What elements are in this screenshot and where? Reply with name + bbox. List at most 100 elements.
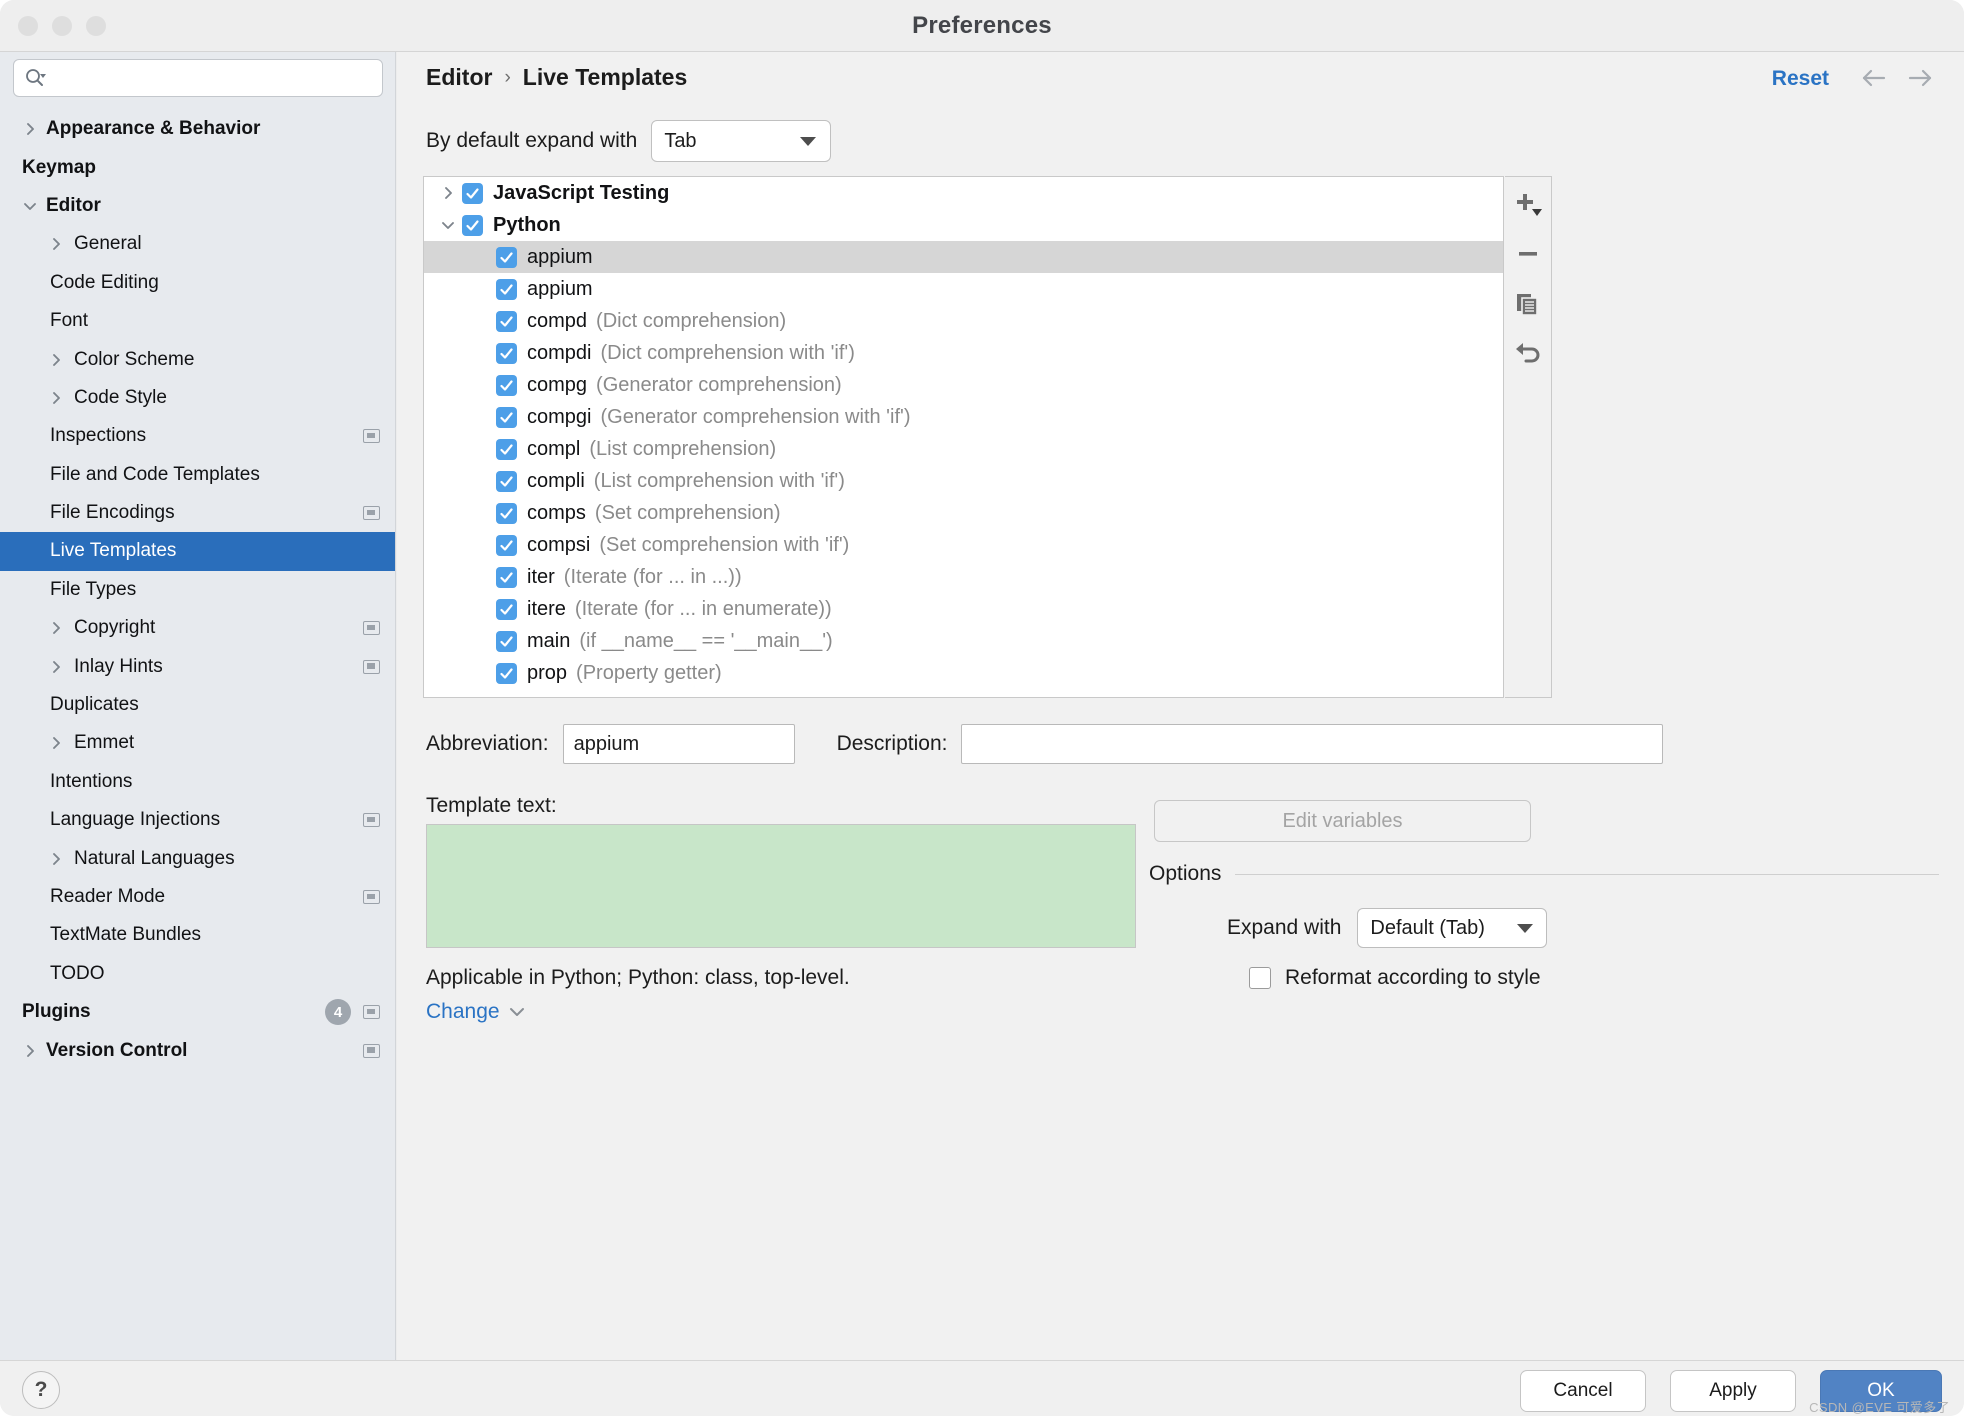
chevron-right-icon[interactable] — [22, 1043, 38, 1059]
template-group-row[interactable]: JavaScript Testing — [424, 177, 1503, 209]
template-enabled-checkbox[interactable] — [496, 438, 517, 460]
chevron-right-icon[interactable] — [22, 121, 38, 137]
template-enabled-checkbox[interactable] — [462, 182, 483, 204]
sidebar-item-file-types[interactable]: File Types — [0, 571, 395, 609]
template-enabled-checkbox[interactable] — [496, 374, 517, 396]
expand-with-row: Expand with Default (Tab) — [1149, 908, 1939, 948]
sidebar-item-editor[interactable]: Editor — [0, 187, 395, 225]
edit-variables-button[interactable]: Edit variables — [1154, 800, 1531, 842]
revert-template-button[interactable] — [1511, 339, 1545, 369]
sidebar-item-natural-languages[interactable]: Natural Languages — [0, 839, 395, 877]
sidebar-item-inspections[interactable]: Inspections — [0, 417, 395, 455]
template-row[interactable]: appium — [424, 241, 1503, 273]
chevron-right-icon[interactable] — [48, 735, 64, 751]
template-enabled-checkbox[interactable] — [496, 310, 517, 332]
template-row[interactable]: compl (List comprehension) — [424, 433, 1503, 465]
template-text-editor[interactable] — [426, 824, 1136, 948]
template-row[interactable]: compgi (Generator comprehension with 'if'… — [424, 401, 1503, 433]
change-context-link[interactable]: Change — [426, 1000, 526, 1024]
template-row[interactable]: itere (Iterate (for ... in enumerate)) — [424, 593, 1503, 625]
sidebar-item-intentions[interactable]: Intentions — [0, 763, 395, 801]
sidebar-item-emmet[interactable]: Emmet — [0, 724, 395, 762]
project-scope-icon — [363, 1043, 380, 1058]
help-button[interactable]: ? — [22, 1371, 60, 1409]
arrow-right-icon[interactable] — [1908, 68, 1934, 93]
template-row[interactable]: compdi (Dict comprehension with 'if') — [424, 337, 1503, 369]
template-row[interactable]: prop (Property getter) — [424, 657, 1503, 689]
apply-button[interactable]: Apply — [1670, 1370, 1796, 1412]
reset-button[interactable]: Reset — [1772, 67, 1829, 91]
template-enabled-checkbox[interactable] — [496, 406, 517, 428]
chevron-down-icon[interactable] — [22, 198, 38, 214]
template-group-row[interactable]: Python — [424, 209, 1503, 241]
sidebar-item-todo[interactable]: TODO — [0, 955, 395, 993]
sidebar-item-reader-mode[interactable]: Reader Mode — [0, 878, 395, 916]
template-row[interactable]: iter (Iterate (for ... in ...)) — [424, 561, 1503, 593]
search-field[interactable] — [13, 59, 383, 97]
sidebar-item-font[interactable]: Font — [0, 302, 395, 340]
template-row[interactable]: compli (List comprehension with 'if') — [424, 465, 1503, 497]
sidebar-item-color-scheme[interactable]: Color Scheme — [0, 340, 395, 378]
sidebar-item-label: Font — [50, 310, 89, 332]
template-row[interactable]: appium — [424, 273, 1503, 305]
sidebar-item-file-and-code-templates[interactable]: File and Code Templates — [0, 456, 395, 494]
template-enabled-checkbox[interactable] — [496, 278, 517, 300]
template-enabled-checkbox[interactable] — [496, 246, 517, 268]
sidebar-item-appearance-behavior[interactable]: Appearance & Behavior — [0, 110, 395, 148]
sidebar-item-code-style[interactable]: Code Style — [0, 379, 395, 417]
breadcrumb-root[interactable]: Editor — [426, 64, 492, 91]
sidebar-item-inlay-hints[interactable]: Inlay Hints — [0, 647, 395, 685]
template-enabled-checkbox[interactable] — [496, 342, 517, 364]
remove-template-button[interactable] — [1511, 239, 1545, 269]
arrow-left-icon[interactable] — [1860, 68, 1886, 93]
sidebar-item-label: Language Injections — [50, 809, 221, 831]
sidebar-item-file-encodings[interactable]: File Encodings — [0, 494, 395, 532]
chevron-right-icon[interactable] — [48, 659, 64, 675]
sidebar-item-live-templates[interactable]: Live Templates — [0, 532, 395, 571]
chevron-right-icon[interactable] — [48, 236, 64, 252]
sidebar-item-copyright[interactable]: Copyright — [0, 609, 395, 647]
chevron-right-icon[interactable] — [48, 620, 64, 636]
template-row[interactable]: compg (Generator comprehension) — [424, 369, 1503, 401]
chevron-right-icon[interactable] — [48, 352, 64, 368]
sidebar-item-duplicates[interactable]: Duplicates — [0, 686, 395, 724]
template-row[interactable]: compd (Dict comprehension) — [424, 305, 1503, 337]
template-enabled-checkbox[interactable] — [496, 662, 517, 684]
template-enabled-checkbox[interactable] — [496, 566, 517, 588]
sidebar-item-language-injections[interactable]: Language Injections — [0, 801, 395, 839]
template-row[interactable]: compsi (Set comprehension with 'if') — [424, 529, 1503, 561]
template-row[interactable]: main (if __name__ == '__main__') — [424, 625, 1503, 657]
chevron-right-icon[interactable] — [438, 185, 458, 201]
template-enabled-checkbox[interactable] — [496, 502, 517, 524]
add-template-button[interactable] — [1511, 189, 1545, 219]
templates-list[interactable]: JavaScript Testing Python appium appium comp… — [423, 176, 1504, 698]
cancel-button[interactable]: Cancel — [1520, 1370, 1646, 1412]
search-input[interactable] — [46, 60, 382, 96]
expand-with-select[interactable]: Default (Tab) — [1357, 908, 1548, 948]
sidebar-item-version-control[interactable]: Version Control — [0, 1031, 395, 1069]
template-enabled-checkbox[interactable] — [496, 534, 517, 556]
sidebar-item-textmate-bundles[interactable]: TextMate Bundles — [0, 916, 395, 954]
chevron-right-icon[interactable] — [48, 851, 64, 867]
chevron-down-icon[interactable] — [438, 217, 458, 233]
template-enabled-checkbox[interactable] — [462, 214, 483, 236]
template-enabled-checkbox[interactable] — [496, 598, 517, 620]
template-name: appium — [527, 245, 593, 268]
reformat-row[interactable]: Reformat according to style — [1149, 966, 1939, 990]
sidebar-item-code-editing[interactable]: Code Editing — [0, 264, 395, 302]
chevron-down-icon — [508, 1000, 526, 1024]
chevron-right-icon[interactable] — [48, 390, 64, 406]
sidebar-item-label: Code Style — [74, 386, 167, 408]
reformat-checkbox[interactable] — [1249, 967, 1271, 989]
template-enabled-checkbox[interactable] — [496, 470, 517, 492]
sidebar-item-general[interactable]: General — [0, 225, 395, 263]
abbreviation-input[interactable] — [562, 724, 795, 764]
template-row[interactable]: comps (Set comprehension) — [424, 497, 1503, 529]
template-enabled-checkbox[interactable] — [496, 630, 517, 652]
breadcrumb-current: Live Templates — [522, 64, 688, 90]
duplicate-template-button[interactable] — [1511, 289, 1545, 319]
sidebar-item-plugins[interactable]: Plugins 4 — [0, 993, 395, 1031]
description-input[interactable] — [961, 724, 1664, 764]
default-expand-select[interactable]: Tab — [651, 120, 832, 162]
sidebar-item-keymap[interactable]: Keymap — [0, 148, 395, 186]
